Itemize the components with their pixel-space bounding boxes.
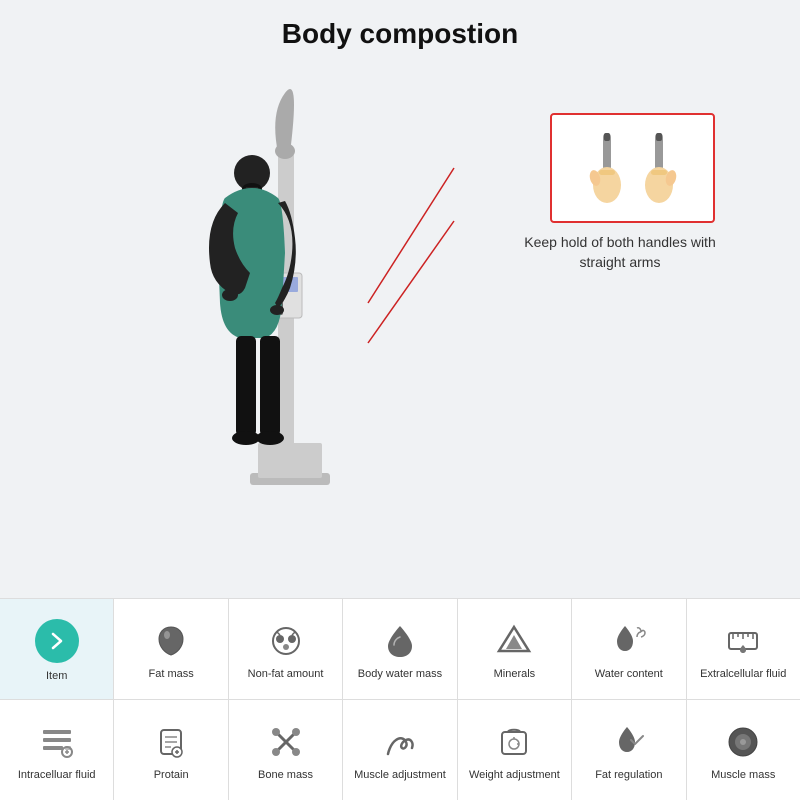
menu-item-minerals[interactable]: Minerals <box>458 599 572 699</box>
page-title: Body compostion <box>0 18 800 50</box>
zoom-box <box>550 113 715 223</box>
menu-item-non-fat[interactable]: Non-fat amount <box>229 599 343 699</box>
menu-item-water-content[interactable]: Water content <box>572 599 686 699</box>
menu-row-2: Intracelluar fluid Protain <box>0 699 800 800</box>
bottom-menus: Item Fat mass <box>0 598 800 800</box>
minerals-label: Minerals <box>494 667 536 681</box>
handle-right <box>641 133 677 203</box>
weight-adj-label: Weight adjustment <box>469 768 560 782</box>
active-circle <box>35 619 79 663</box>
water-content-label: Water content <box>595 667 663 681</box>
protain-icon <box>151 722 191 762</box>
muscle-mass-icon <box>723 722 763 762</box>
non-fat-icon <box>266 621 306 661</box>
water-content-icon <box>609 621 649 661</box>
protain-label: Protain <box>154 768 189 782</box>
bone-mass-label: Bone mass <box>258 768 313 782</box>
menu-item-body-water[interactable]: Body water mass <box>343 599 457 699</box>
menu-item-item[interactable]: Item <box>0 599 114 699</box>
intracelluar-icon <box>37 722 77 762</box>
muscle-adj-label: Muscle adjustment <box>354 768 446 782</box>
menu-row-1: Item Fat mass <box>0 598 800 699</box>
fat-reg-icon <box>609 722 649 762</box>
menu-item-bone-mass[interactable]: Bone mass <box>229 700 343 800</box>
fat-mass-label: Fat mass <box>149 667 194 681</box>
menu-item-protain[interactable]: Protain <box>114 700 228 800</box>
menu-item-muscle-mass[interactable]: Muscle mass <box>687 700 800 800</box>
header: Body compostion <box>0 0 800 58</box>
instruction-text: Keep hold of both handles with straight … <box>520 233 720 272</box>
menu-item-extralcellular[interactable]: Extralcellular fluid <box>687 599 800 699</box>
body-water-icon <box>380 621 420 661</box>
menu-item-muscle-adj[interactable]: Muscle adjustment <box>343 700 457 800</box>
menu-item-fat-reg[interactable]: Fat regulation <box>572 700 686 800</box>
minerals-icon <box>494 621 534 661</box>
menu-item-fat-mass[interactable]: Fat mass <box>114 599 228 699</box>
item-label: Item <box>46 669 67 683</box>
muscle-mass-label: Muscle mass <box>711 768 775 782</box>
extralcellular-label: Extralcellular fluid <box>700 667 786 681</box>
non-fat-label: Non-fat amount <box>248 667 324 681</box>
fat-reg-label: Fat regulation <box>595 768 662 782</box>
extralcellular-icon <box>723 621 763 661</box>
menu-item-weight-adj[interactable]: Weight adjustment <box>458 700 572 800</box>
body-water-label: Body water mass <box>358 667 442 681</box>
handle-left <box>589 133 625 203</box>
fat-mass-icon <box>151 621 191 661</box>
page: Body compostion <box>0 0 800 800</box>
main-area: Keep hold of both handles with straight … <box>0 58 800 598</box>
muscle-adj-icon <box>380 722 420 762</box>
menu-item-intracelluar[interactable]: Intracelluar fluid <box>0 700 114 800</box>
intracelluar-label: Intracelluar fluid <box>18 768 96 782</box>
person-illustration <box>190 73 370 543</box>
bone-mass-icon <box>266 722 306 762</box>
weight-adj-icon <box>494 722 534 762</box>
